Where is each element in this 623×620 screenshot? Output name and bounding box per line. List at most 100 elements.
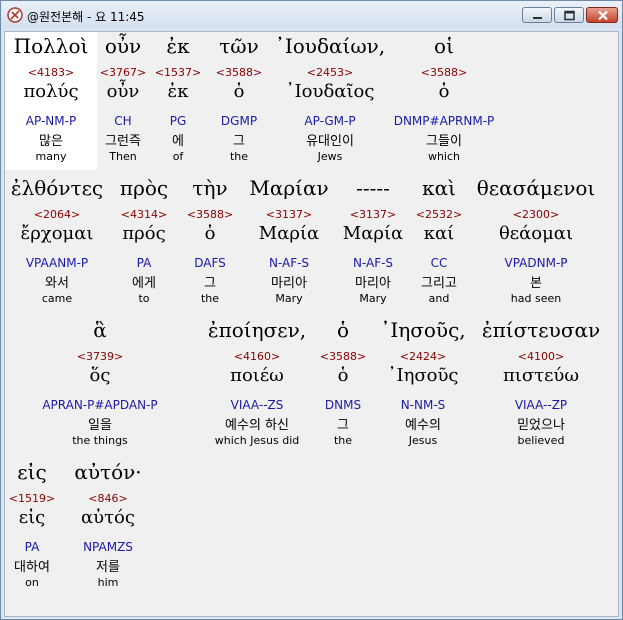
word-token[interactable]: εἰς <1519> εἰς PA 대하여 on	[5, 458, 59, 596]
greek-word: οὖν	[104, 34, 142, 58]
english-gloss: the	[229, 150, 249, 163]
korean-gloss: 에	[172, 134, 184, 149]
greek-word: τὴν	[192, 176, 228, 200]
korean-gloss: 본	[530, 276, 542, 291]
english-gloss: Jews	[317, 150, 343, 163]
lemma: Μαρία	[342, 223, 404, 244]
word-token[interactable]: τῶν <3588> ὁ DGMP 그 the	[211, 32, 267, 170]
lemma: ὁ	[438, 81, 450, 102]
greek-word: οἱ	[434, 34, 454, 58]
morph-code: PA	[24, 540, 40, 554]
morph-code: N-AF-S	[268, 256, 310, 270]
morph-code: VPAANM-P	[25, 256, 89, 270]
greek-word: καὶ	[422, 176, 456, 200]
lemma: ᾿Ιουδαῖος	[285, 81, 375, 102]
strong-number: <2064>	[33, 208, 81, 221]
english-gloss: and	[428, 292, 450, 305]
word-token[interactable]: ἐλθόντες <2064> ἔρχομαι VPAANM-P 와서 came	[5, 174, 109, 312]
word-token[interactable]: ᾿Ιησοῦς, <2424> ᾿Ιησοῦς N-NM-S 예수의 Jesus	[373, 316, 473, 454]
greek-word: Πολλοὶ	[13, 34, 89, 58]
lemma: ὅς	[89, 365, 111, 386]
morph-code: VIAA--ZP	[514, 398, 568, 412]
word-token[interactable]: πρὸς <4314> πρός PA 에게 to	[114, 174, 174, 312]
interlinear-panel[interactable]: Πολλοὶ <4183> πολύς AP-NM-P 많은 many οὖν …	[4, 31, 619, 617]
korean-gloss: 에게	[132, 276, 156, 291]
word-token[interactable]: ᾿Ιουδαίων, <2453> ᾿Ιουδαῖος AP-GM-P 유대인이…	[270, 32, 390, 170]
strong-number: <2532>	[415, 208, 463, 221]
word-token[interactable]: καὶ <2532> καί CC 그리고 and	[409, 174, 469, 312]
morph-code: N-NM-S	[400, 398, 446, 412]
word-token[interactable]: Πολλοὶ <4183> πολύς AP-NM-P 많은 many	[5, 32, 97, 170]
lemma: Μαρία	[258, 223, 320, 244]
morph-code: APRAN-P#APDAN-P	[42, 398, 158, 412]
english-gloss: to	[138, 292, 150, 305]
greek-word: ᾿Ιησοῦς,	[380, 318, 466, 342]
word-token[interactable]: τὴν <3588> ὁ DAFS 그 the	[181, 174, 239, 312]
english-gloss: Mary	[359, 292, 387, 305]
word-token[interactable]: ἐποίησεν, <4160> ποιέω VIAA--ZS 예수의 하신 w…	[205, 316, 309, 454]
word-token[interactable]: ἃ <3739> ὅς APRAN-P#APDAN-P 일을 the thing…	[5, 316, 195, 454]
word-token[interactable]: Μαρίαν <3137> Μαρία N-AF-S 마리아 Mary	[243, 174, 335, 312]
english-gloss: on	[25, 576, 39, 589]
greek-word: ᾿Ιουδαίων,	[274, 34, 386, 58]
greek-word: -----	[356, 176, 390, 200]
english-gloss: came	[41, 292, 73, 305]
strong-number: <2453>	[306, 66, 354, 79]
morph-code: DNMS	[324, 398, 362, 412]
lemma: οὖν	[106, 81, 140, 102]
strong-number: <4160>	[233, 350, 281, 363]
english-gloss: the	[200, 292, 220, 305]
korean-gloss: 예수의	[405, 418, 441, 433]
lemma: θεάομαι	[498, 223, 574, 244]
strong-number: <2300>	[512, 208, 560, 221]
lemma: πολύς	[23, 81, 79, 102]
morph-code: AP-NM-P	[25, 114, 77, 128]
strong-number: <3588>	[319, 350, 367, 363]
strong-number: <4100>	[517, 350, 565, 363]
lemma: πιστεύω	[502, 365, 580, 386]
strong-number: <1519>	[8, 492, 56, 505]
english-gloss: him	[97, 576, 119, 589]
english-gloss: the	[333, 434, 353, 447]
strong-number: <3137>	[349, 208, 397, 221]
close-icon	[598, 10, 608, 21]
strong-number: <4314>	[120, 208, 168, 221]
korean-gloss: 저를	[96, 560, 120, 575]
english-gloss: Then	[109, 150, 137, 163]
strong-number: <1537>	[154, 66, 202, 79]
word-token[interactable]: οἱ <3588> ὁ DNMP#APRNM-P 그들이 which	[389, 32, 499, 170]
english-gloss: which Jesus did	[214, 434, 300, 447]
morph-code: N-AF-S	[352, 256, 394, 270]
window-title: @원전본해 - 요 11:45	[27, 10, 145, 24]
maximize-button[interactable]	[554, 7, 584, 23]
minimize-button[interactable]	[522, 7, 552, 23]
greek-word: εἰς	[17, 460, 47, 484]
word-token[interactable]: ἐπίστευσαν <4100> πιστεύω VIAA--ZP 믿었으나 …	[475, 316, 607, 454]
greek-word: ὁ	[336, 318, 350, 342]
korean-gloss: 마리아	[355, 276, 391, 291]
word-token[interactable]: αὐτόν· <846> αὐτός NPAMZS 저를 him	[63, 458, 153, 596]
lemma: ὁ	[204, 223, 216, 244]
word-token[interactable]: οὖν <3767> οὖν CH 그런즉 Then	[97, 32, 149, 170]
title-bar[interactable]: @원전본해 - 요 11:45	[1, 1, 622, 29]
greek-word: πρὸς	[119, 176, 169, 200]
strong-number: <3739>	[76, 350, 124, 363]
morph-code: PG	[169, 114, 187, 128]
lemma: ἐκ	[167, 81, 189, 102]
word-token[interactable]: ὁ <3588> ὁ DNMS 그 the	[317, 316, 369, 454]
morph-code: VPADNM-P	[504, 256, 568, 270]
morph-code: AP-GM-P	[304, 114, 356, 128]
word-token[interactable]: ἐκ <1537> ἐκ PG 에 of	[154, 32, 202, 170]
lemma: καί	[423, 223, 455, 244]
korean-gloss: 그	[204, 276, 216, 291]
strong-number: <3137>	[265, 208, 313, 221]
word-token[interactable]: ----- <3137> Μαρία N-AF-S 마리아 Mary	[339, 174, 407, 312]
strong-number: <4183>	[27, 66, 75, 79]
english-gloss: Jesus	[408, 434, 438, 447]
lemma: αὐτός	[81, 507, 135, 528]
strong-number: <3588>	[420, 66, 468, 79]
korean-gloss: 그	[233, 134, 245, 149]
app-logo-icon[interactable]	[7, 7, 23, 23]
close-button[interactable]	[586, 7, 618, 23]
word-token[interactable]: θεασάμενοι <2300> θεάομαι VPADNM-P 본 had…	[471, 174, 601, 312]
